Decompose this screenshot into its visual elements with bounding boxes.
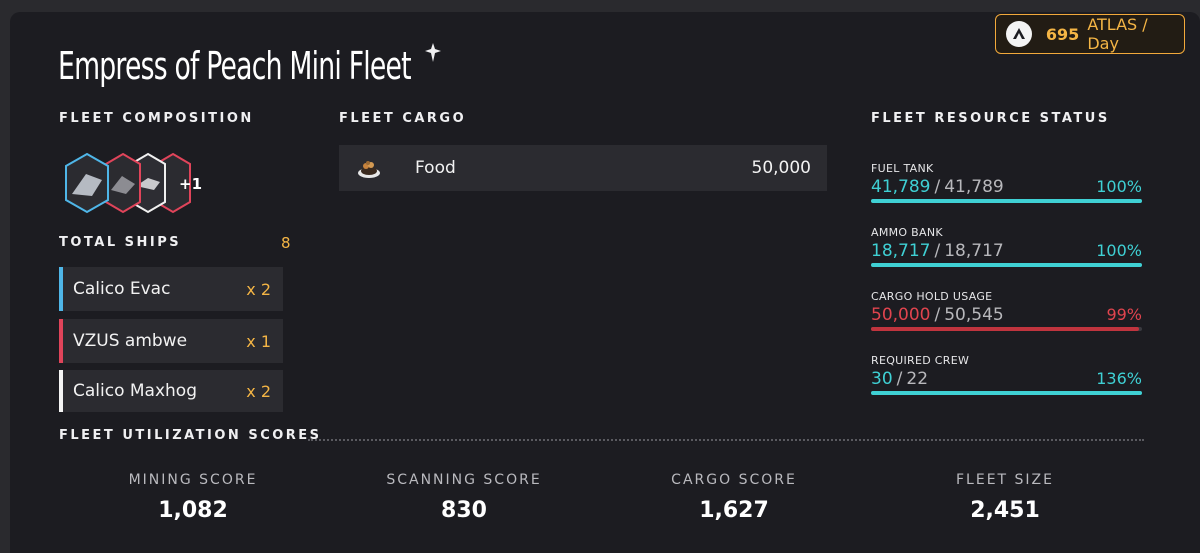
- ship-quantity: x 1: [246, 331, 271, 351]
- fleet-utilization-label: FLEET UTILIZATION SCORES: [59, 428, 322, 443]
- resource-cargo-hold: CARGO HOLD USAGE 50,000 / 50,545 99%: [871, 290, 1142, 331]
- ship-quantity: x 2: [246, 381, 271, 401]
- ship-name: VZUS ambwe: [73, 331, 188, 351]
- resource-percent: 136%: [1096, 369, 1142, 388]
- atlas-value: 695: [1045, 24, 1080, 44]
- atlas-rate-badge[interactable]: 695 ATLAS / Day: [995, 14, 1185, 54]
- score-scanning: SCANNING SCORE 830: [334, 472, 594, 523]
- resource-max-sep: /: [934, 177, 941, 197]
- resource-current: 50,000: [871, 305, 931, 325]
- resource-bar-fill: [871, 263, 1142, 267]
- score-label: FLEET SIZE: [956, 472, 1054, 488]
- faction-emblem-icon: [424, 43, 442, 67]
- resource-max: 50,545: [944, 305, 1004, 325]
- score-mining: MINING SCORE 1,082: [63, 472, 323, 523]
- score-value: 1,082: [158, 498, 228, 523]
- resource-bar: [871, 263, 1142, 267]
- score-label: CARGO SCORE: [671, 472, 797, 488]
- resource-label: REQUIRED CREW: [871, 354, 970, 367]
- extra-ships-count: +1: [179, 175, 202, 193]
- score-value: 2,451: [970, 498, 1040, 523]
- score-label: MINING SCORE: [128, 472, 258, 488]
- resource-max: 41,789: [944, 177, 1004, 197]
- score-value: 1,627: [699, 498, 769, 523]
- ship-color-bar: [59, 370, 63, 412]
- section-divider: [308, 439, 1144, 441]
- atlas-unit: ATLAS / Day: [1087, 15, 1148, 53]
- resource-fuel-tank: FUEL TANK 41,789 / 41,789 100%: [871, 162, 1142, 203]
- resource-bar: [871, 327, 1142, 331]
- fleet-cargo-label: FLEET CARGO: [339, 111, 467, 126]
- ship-row[interactable]: Calico Evac x 2: [59, 267, 283, 311]
- resource-max-sep: /: [934, 241, 941, 261]
- cargo-item-amount: 50,000: [751, 158, 811, 178]
- total-ships-label: TOTAL SHIPS: [59, 235, 182, 250]
- fleet-title: Empress of Peach Mini Fleet: [58, 44, 412, 88]
- ship-hex-calico-evac[interactable]: [65, 152, 109, 214]
- ship-hex-calico-evac-2[interactable]: [105, 152, 141, 214]
- total-ships-value: 8: [281, 234, 291, 252]
- score-fleet-size: FLEET SIZE 2,451: [875, 472, 1135, 523]
- food-bowl-icon: [355, 154, 383, 182]
- resource-bar-fill: [871, 391, 1142, 395]
- resource-current: 41,789: [871, 177, 931, 197]
- score-label: SCANNING SCORE: [386, 472, 542, 488]
- resource-label: CARGO HOLD USAGE: [871, 290, 993, 303]
- resource-label: FUEL TANK: [871, 162, 934, 175]
- resource-max: 22: [906, 369, 929, 389]
- resource-bar-fill: [871, 199, 1142, 203]
- resource-max: 18,717: [944, 241, 1004, 261]
- ship-quantity: x 2: [246, 279, 271, 299]
- resource-required-crew: REQUIRED CREW 30 / 22 136%: [871, 354, 1142, 395]
- resource-bar: [871, 199, 1142, 203]
- ship-name: Calico Evac: [73, 279, 171, 299]
- resource-bar: [871, 391, 1142, 395]
- ship-hex-group[interactable]: +1: [56, 152, 206, 214]
- score-cargo: CARGO SCORE 1,627: [604, 472, 864, 523]
- ship-row[interactable]: Calico Maxhog x 2: [59, 370, 283, 412]
- ship-name: Calico Maxhog: [73, 381, 197, 401]
- cargo-item-row[interactable]: Food 50,000: [339, 145, 827, 191]
- resource-max-sep: /: [934, 305, 941, 325]
- ship-color-bar: [59, 267, 63, 311]
- resource-bar-fill: [871, 327, 1140, 331]
- fleet-composition-label: FLEET COMPOSITION: [59, 111, 254, 126]
- resource-label: AMMO BANK: [871, 226, 943, 239]
- fleet-resource-status-label: FLEET RESOURCE STATUS: [871, 111, 1110, 126]
- resource-percent: 100%: [1096, 177, 1142, 196]
- ship-row[interactable]: VZUS ambwe x 1: [59, 319, 283, 363]
- resource-current: 30: [871, 369, 893, 389]
- resource-percent: 99%: [1106, 305, 1142, 324]
- resource-ammo-bank: AMMO BANK 18,717 / 18,717 100%: [871, 226, 1142, 267]
- cargo-item-name: Food: [415, 158, 456, 178]
- score-value: 830: [441, 498, 487, 523]
- ship-color-bar: [59, 319, 63, 363]
- resource-max-sep: /: [896, 369, 903, 389]
- resource-current: 18,717: [871, 241, 931, 261]
- atlas-logo-icon: [1006, 21, 1032, 47]
- resource-percent: 100%: [1096, 241, 1142, 260]
